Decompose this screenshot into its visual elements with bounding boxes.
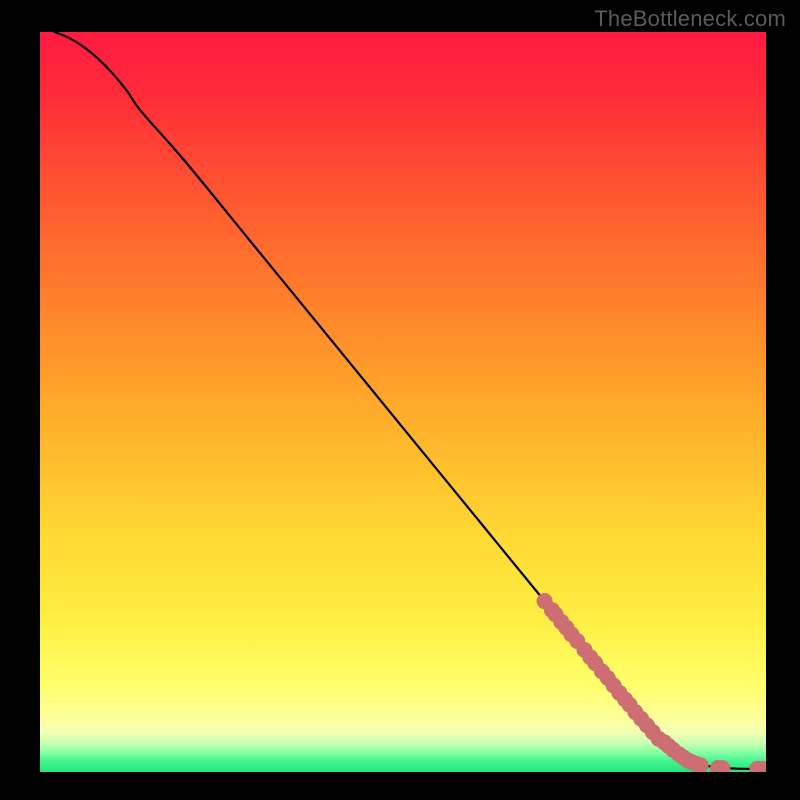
watermark-text: TheBottleneck.com (594, 6, 786, 32)
background-gradient (40, 32, 766, 772)
plot-area (40, 32, 766, 772)
chart-stage: TheBottleneck.com (0, 0, 800, 800)
